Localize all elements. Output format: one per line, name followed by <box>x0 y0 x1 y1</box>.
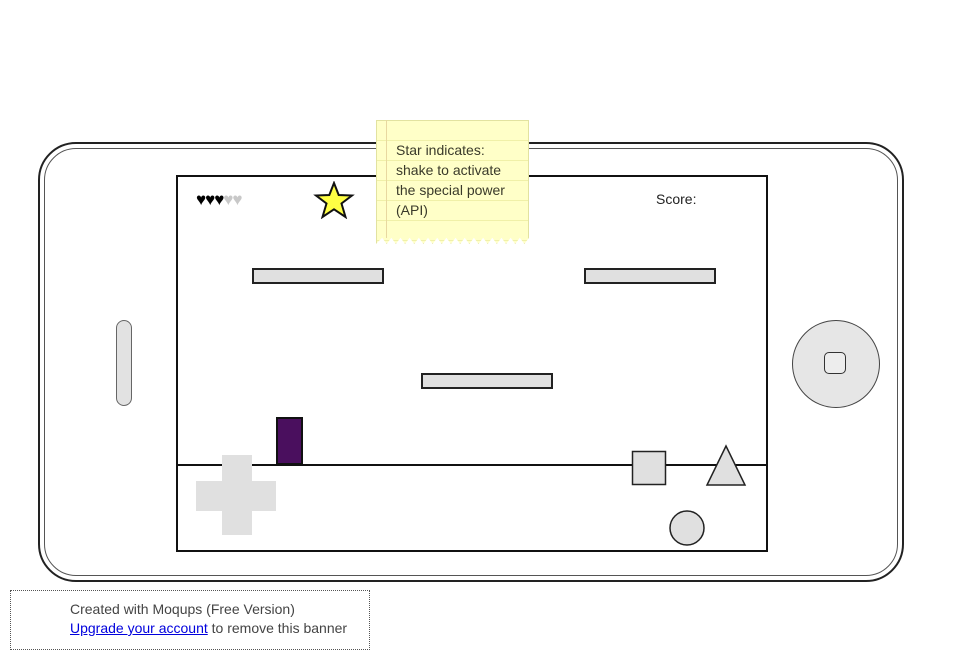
sticky-note-margin <box>386 120 387 238</box>
sticky-note-text: Star indicates: shake to activate the sp… <box>396 140 526 220</box>
banner-upgrade-line: Upgrade your account to remove this bann… <box>70 620 347 636</box>
player-character <box>276 417 303 465</box>
triangle-button-icon[interactable] <box>704 444 748 488</box>
phone-speaker <box>116 320 132 406</box>
star-icon[interactable] <box>312 181 356 219</box>
sticky-note-line: Star indicates: <box>396 142 485 158</box>
square-button-icon[interactable] <box>631 450 668 486</box>
heart-full-icon: ♥♥♥ <box>196 190 224 209</box>
platform-middle <box>421 373 553 389</box>
heart-empty-icon: ♥♥ <box>223 190 242 209</box>
platform-right <box>584 268 716 284</box>
lives-hearts: ♥♥♥♥♥ <box>196 190 242 210</box>
circle-button-icon[interactable] <box>668 509 706 547</box>
banner-remove-text: to remove this banner <box>211 620 348 636</box>
sticky-note-line: shake to activate <box>396 162 502 178</box>
dpad-icon[interactable] <box>196 455 278 537</box>
platform-left <box>252 268 384 284</box>
score-label: Score: <box>656 191 697 207</box>
home-button-icon <box>824 352 846 374</box>
sticky-note-line: (API) <box>396 202 428 218</box>
upgrade-account-link[interactable]: Upgrade your account <box>70 620 208 636</box>
sticky-note-line: the special power <box>396 182 505 198</box>
banner-text: Created with Moqups (Free Version) <box>70 601 295 617</box>
